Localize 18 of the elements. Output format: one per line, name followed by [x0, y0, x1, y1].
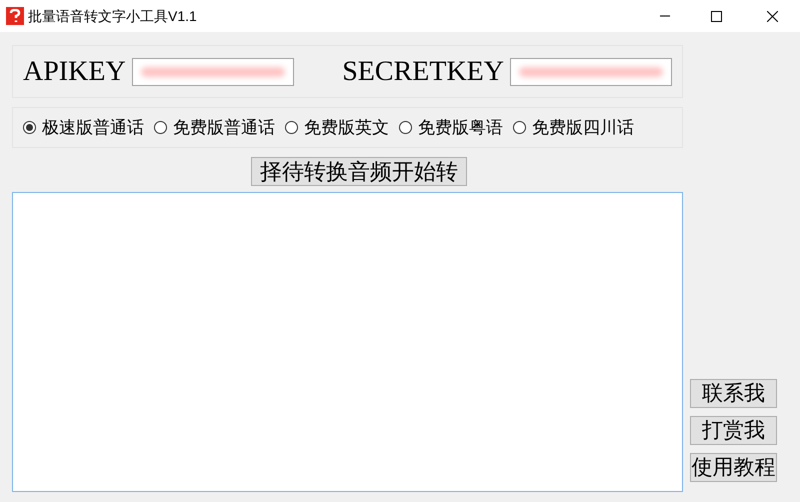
key-field[interactable] [510, 58, 672, 86]
side-button[interactable]: 使用教程 [690, 453, 777, 482]
radio-circle[interactable] [23, 121, 36, 134]
key-field[interactable] [132, 58, 294, 86]
maximize-icon [710, 10, 722, 22]
side-button[interactable]: 联系我 [690, 379, 777, 408]
mode-radio[interactable]: 极速版普通话 [23, 114, 144, 140]
mode-radio[interactable]: 免费版英文 [285, 114, 389, 140]
key-label: SECRETKEY [342, 58, 504, 86]
select-audio-button[interactable]: 择待转换音频开始转 [251, 157, 467, 186]
window-title: 批量语音转文字小工具V1.1 [28, 6, 197, 26]
mode-radio[interactable]: 免费版粤语 [399, 114, 503, 140]
side-button[interactable]: 打赏我 [690, 416, 777, 445]
mode-radio[interactable]: 免费版四川话 [513, 114, 634, 140]
key-label: APIKEY [23, 58, 126, 86]
mode-radio[interactable]: 免费版普通话 [154, 114, 275, 140]
close-icon [766, 10, 778, 22]
app-icon [6, 7, 24, 25]
